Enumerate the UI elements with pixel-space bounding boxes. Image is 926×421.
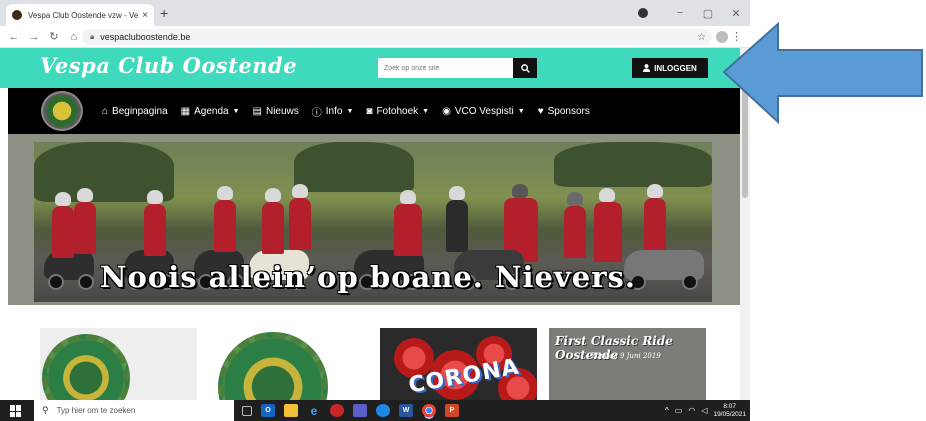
site-header: Vespa Club Oostende INLOGGEN: [0, 48, 740, 88]
nav-item-info[interactable]: ⓘ Info ▼: [312, 104, 354, 119]
bookmark-star-icon[interactable]: ☆: [697, 32, 706, 43]
search-button[interactable]: [513, 58, 537, 78]
hero-banner: Noois allein’op boane. Nievers.: [8, 134, 740, 305]
main-navigation: ⌂ Beginpagina ▦ Agenda ▼ ▤ Nieuws ⓘ Info…: [8, 88, 740, 134]
file-explorer-icon[interactable]: [284, 404, 298, 417]
word-icon[interactable]: W: [399, 404, 413, 417]
powerpoint-icon[interactable]: P: [445, 404, 459, 417]
forward-button[interactable]: →: [26, 31, 42, 43]
article-card-club-logo-2[interactable]: [210, 328, 367, 400]
system-clock[interactable]: 8:07 19/05/2021: [713, 403, 746, 419]
address-bar[interactable]: 🔒︎ vespacluboostende.be ☆: [82, 29, 712, 45]
club-gear-logo: [42, 334, 130, 400]
article-card-classic-ride[interactable]: First Classic Ride Oostende Zondag 9 Jun…: [549, 328, 706, 400]
system-tray: ^ ▭ ◠ ◁ 8:07 19/05/2021: [665, 400, 746, 421]
calendar-icon: ▦: [180, 105, 191, 117]
nav-item-label: VCO Vespisti: [454, 105, 514, 117]
edge-icon[interactable]: [376, 404, 390, 417]
battery-icon[interactable]: ▭: [675, 406, 683, 415]
maximize-button[interactable]: ▢: [694, 7, 722, 20]
teams-icon[interactable]: [353, 404, 367, 417]
lock-icon[interactable]: 🔒︎: [90, 32, 94, 42]
back-button[interactable]: ←: [6, 31, 22, 43]
browser-tab[interactable]: Vespa Club Oostende vzw - Vesp ×: [6, 4, 154, 26]
nav-item-nieuws[interactable]: ▤ Nieuws: [253, 106, 299, 117]
annotation-arrow-pointing-left: [722, 21, 923, 125]
start-button[interactable]: [10, 405, 22, 417]
site-search-input[interactable]: [378, 58, 513, 78]
reload-button[interactable]: ↻: [46, 30, 62, 43]
chevron-down-icon: ▼: [517, 107, 525, 115]
clock-time: 8:07: [723, 402, 737, 410]
search-icon: [520, 63, 530, 73]
user-icon: [643, 64, 651, 72]
volume-icon[interactable]: ◁: [701, 406, 707, 415]
banner-slogan: Noois allein’op boane. Nievers.: [100, 260, 636, 294]
nav-item-vco-vespisti[interactable]: ◉ VCO Vespisti ▼: [442, 106, 525, 117]
info-icon: ⓘ: [311, 107, 322, 119]
chrome-icon[interactable]: [422, 404, 436, 417]
tab-strip: Vespa Club Oostende vzw - Vesp × + − ▢ ✕: [0, 0, 750, 26]
nav-item-label: Agenda: [194, 105, 229, 117]
newspaper-icon: ▤: [252, 105, 262, 117]
nav-item-label: Sponsors: [547, 105, 590, 117]
nav-item-agenda[interactable]: ▦ Agenda ▼: [181, 106, 240, 117]
taskbar-search-placeholder: Typ hier om te zoeken: [56, 406, 136, 415]
browser-toolbar: ← → ↻ ⌂ 🔒︎ vespacluboostende.be ☆ ⋮: [0, 26, 750, 48]
home-icon: ⌂: [102, 105, 109, 117]
search-icon: ⚲: [42, 405, 49, 415]
article-card-club-logo[interactable]: [40, 328, 197, 400]
profile-indicator-icon[interactable]: [638, 8, 648, 18]
chevron-down-icon: ▼: [422, 107, 430, 115]
site-favicon-icon: [12, 10, 22, 20]
login-button[interactable]: INLOGGEN: [632, 58, 708, 78]
map-pin-icon: ◉: [442, 105, 451, 117]
close-window-button[interactable]: ✕: [722, 7, 750, 20]
camera-icon: ◙: [366, 105, 373, 117]
taskbar-search-box[interactable]: ⚲ Typ hier om te zoeken: [34, 400, 234, 421]
minimize-button[interactable]: −: [666, 7, 694, 19]
wifi-icon[interactable]: ◠: [688, 406, 695, 415]
club-badge-logo[interactable]: [41, 91, 83, 131]
app-red-icon[interactable]: [330, 404, 344, 417]
nav-item-label: Info: [325, 105, 343, 117]
chevron-down-icon: ▼: [346, 107, 354, 115]
nav-item-label: Nieuws: [265, 105, 299, 117]
new-tab-button[interactable]: +: [160, 5, 168, 21]
task-view-icon[interactable]: [242, 405, 252, 416]
login-label: INLOGGEN: [654, 63, 697, 73]
outlook-icon[interactable]: O: [261, 404, 275, 417]
taskbar-apps: O e W P: [242, 400, 459, 421]
browser-window: Vespa Club Oostende vzw - Vesp × + − ▢ ✕…: [0, 0, 750, 400]
internet-explorer-icon[interactable]: e: [307, 404, 321, 418]
nav-item-label: Fotohoek: [376, 105, 419, 117]
nav-item-fotohoek[interactable]: ◙ Fotohoek ▼: [366, 106, 429, 117]
tab-close-icon[interactable]: ×: [142, 10, 148, 21]
tab-title: Vespa Club Oostende vzw - Vesp: [28, 10, 139, 20]
classic-ride-date: Zondag 9 Juni 2019: [591, 352, 661, 360]
nav-item-label: Beginpagina: [112, 105, 168, 117]
clock-date: 19/05/2021: [713, 410, 746, 418]
windows-taskbar: ⚲ Typ hier om te zoeken O e W P ^ ▭ ◠ ◁ …: [0, 400, 750, 421]
nav-item-beginpagina[interactable]: ⌂ Beginpagina: [102, 106, 168, 117]
site-logo[interactable]: Vespa Club Oostende: [40, 53, 297, 78]
chevron-up-icon[interactable]: ^: [665, 406, 669, 415]
url-text[interactable]: vespacluboostende.be: [100, 32, 190, 42]
nav-item-sponsors[interactable]: ♥ Sponsors: [538, 106, 590, 117]
heart-icon: ♥: [537, 105, 544, 117]
page-viewport: Vespa Club Oostende INLOGGEN ⌂ Beginpagi…: [0, 48, 740, 400]
home-button[interactable]: ⌂: [66, 31, 82, 43]
club-gear-logo: [218, 332, 328, 400]
article-card-corona[interactable]: CORONA: [380, 328, 537, 400]
chevron-down-icon: ▼: [232, 107, 240, 115]
